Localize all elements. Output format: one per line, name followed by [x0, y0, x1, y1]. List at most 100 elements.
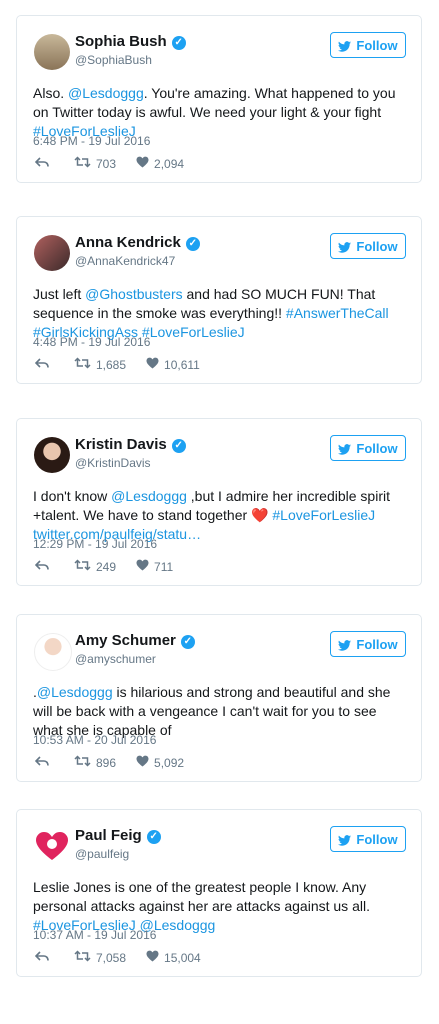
like-button[interactable]: 5,092 — [136, 755, 184, 770]
like-button[interactable]: 10,611 — [146, 357, 200, 372]
reply-icon — [34, 559, 54, 574]
reply-button[interactable] — [34, 357, 54, 372]
tweet-card-anna-kendrick: Anna Kendrick ✓ @AnnaKendrick47 Follow Ju… — [16, 216, 422, 384]
mention-link[interactable]: @Lesdoggg — [37, 684, 113, 700]
timestamp[interactable]: 10:37 AM - 19 Jul 2016 — [33, 928, 156, 942]
retweet-count: 249 — [96, 559, 117, 574]
text-span: Leslie Jones is one of the greatest peop… — [33, 879, 370, 914]
like-count: 711 — [154, 559, 174, 574]
reply-button[interactable] — [34, 156, 54, 171]
hashtag-link[interactable]: #LoveForLeslieJ — [272, 507, 375, 523]
display-name[interactable]: Amy Schumer ✓ — [75, 632, 195, 649]
tweet-card-sophia-bush: Sophia Bush ✓ @SophiaBush Follow Also. @L… — [16, 15, 422, 183]
red-heart-emoji: ❤️ — [251, 507, 269, 523]
verified-badge-icon: ✓ — [185, 237, 200, 251]
reply-icon — [34, 156, 54, 171]
reply-button[interactable] — [34, 559, 54, 574]
hashtag-link[interactable]: #AnswerTheCall — [286, 305, 389, 321]
like-icon — [136, 559, 154, 574]
retweet-button[interactable]: 703 — [74, 156, 116, 171]
like-icon — [146, 950, 164, 965]
tweet-actions: 249 711 — [34, 559, 193, 574]
twitter-bird-icon — [338, 241, 352, 253]
follow-button[interactable]: Follow — [330, 233, 406, 259]
retweet-count: 7,058 — [96, 950, 127, 965]
twitter-bird-icon — [338, 834, 352, 846]
retweet-icon — [74, 950, 96, 965]
follow-button[interactable]: Follow — [330, 32, 406, 58]
verified-badge-icon: ✓ — [146, 830, 161, 844]
timestamp[interactable]: 6:48 PM - 19 Jul 2016 — [33, 134, 150, 148]
tweet-text: Also. @Lesdoggg. You're amazing. What ha… — [33, 84, 405, 141]
tweet-card-amy-schumer: Amy Schumer ✓ @amyschumer Follow .@Lesdog… — [16, 614, 422, 782]
follow-button[interactable]: Follow — [330, 631, 406, 657]
avatar[interactable] — [34, 235, 70, 271]
retweet-button[interactable]: 896 — [74, 755, 116, 770]
reply-button[interactable] — [34, 950, 54, 965]
like-button[interactable]: 2,094 — [136, 156, 184, 171]
tweet-actions: 1,685 10,611 — [34, 357, 220, 372]
reply-icon — [34, 357, 54, 372]
reply-icon — [34, 950, 54, 965]
timestamp[interactable]: 12:29 PM - 19 Jul 2016 — [33, 537, 157, 551]
user-handle[interactable]: @KristinDavis — [75, 456, 151, 470]
avatar[interactable] — [34, 437, 70, 473]
hashtag-link[interactable]: #LoveForLeslieJ — [142, 324, 245, 340]
timestamp[interactable]: 4:48 PM - 19 Jul 2016 — [33, 335, 150, 349]
follow-button[interactable]: Follow — [330, 826, 406, 852]
retweet-count: 1,685 — [96, 357, 127, 372]
retweet-button[interactable]: 7,058 — [74, 950, 126, 965]
tweet-text: I don't know @Lesdoggg ,but I admire her… — [33, 487, 405, 544]
retweet-button[interactable]: 1,685 — [74, 357, 126, 372]
retweet-icon — [74, 755, 96, 770]
tweet-text: Just left @Ghostbusters and had SO MUCH … — [33, 285, 405, 342]
like-button[interactable]: 711 — [136, 559, 173, 574]
text-span: I don't know — [33, 488, 112, 504]
tweet-text: .@Lesdoggg is hilarious and strong and b… — [33, 683, 405, 740]
avatar[interactable] — [34, 828, 70, 864]
like-count: 5,092 — [154, 755, 185, 770]
verified-badge-icon: ✓ — [171, 439, 186, 453]
reply-icon — [34, 755, 54, 770]
retweet-count: 703 — [96, 156, 117, 171]
avatar[interactable] — [34, 633, 72, 671]
reply-button[interactable] — [34, 755, 54, 770]
tweet-actions: 7,058 15,004 — [34, 950, 221, 965]
display-name[interactable]: Paul Feig ✓ — [75, 827, 161, 844]
mention-link[interactable]: @Lesdoggg — [68, 85, 144, 101]
retweet-icon — [74, 156, 96, 171]
retweet-button[interactable]: 249 — [74, 559, 116, 574]
like-icon — [136, 156, 154, 171]
timestamp[interactable]: 10:53 AM - 20 Jul 2016 — [33, 733, 156, 747]
text-span: Also. — [33, 85, 69, 101]
display-name[interactable]: Sophia Bush ✓ — [75, 33, 186, 50]
user-handle[interactable]: @SophiaBush — [75, 53, 152, 67]
heart-logo-icon — [36, 832, 68, 860]
twitter-bird-icon — [338, 40, 352, 52]
user-handle[interactable]: @AnnaKendrick47 — [75, 254, 175, 268]
avatar[interactable] — [34, 34, 70, 70]
retweet-count: 896 — [96, 755, 117, 770]
text-span: Just left — [33, 286, 86, 302]
like-button[interactable]: 15,004 — [146, 950, 201, 965]
mention-link[interactable]: @Lesdoggg — [111, 488, 187, 504]
follow-button[interactable]: Follow — [330, 435, 406, 461]
user-handle[interactable]: @paulfeig — [75, 847, 129, 861]
mention-link[interactable]: @Ghostbusters — [85, 286, 182, 302]
like-count: 2,094 — [154, 156, 185, 171]
verified-badge-icon: ✓ — [180, 635, 195, 649]
tweet-actions: 703 2,094 — [34, 156, 204, 171]
twitter-bird-icon — [338, 443, 352, 455]
verified-badge-icon: ✓ — [171, 36, 186, 50]
like-icon — [146, 357, 164, 372]
tweet-text: Leslie Jones is one of the greatest peop… — [33, 878, 405, 935]
display-name[interactable]: Anna Kendrick ✓ — [75, 234, 200, 251]
tweet-card-paul-feig: Paul Feig ✓ @paulfeig Follow Leslie Jones… — [16, 809, 422, 977]
retweet-icon — [74, 559, 96, 574]
user-handle[interactable]: @amyschumer — [75, 652, 156, 666]
display-name[interactable]: Kristin Davis ✓ — [75, 436, 186, 453]
retweet-icon — [74, 357, 96, 372]
tweet-actions: 896 5,092 — [34, 755, 204, 770]
twitter-bird-icon — [338, 639, 352, 651]
like-icon — [136, 755, 154, 770]
